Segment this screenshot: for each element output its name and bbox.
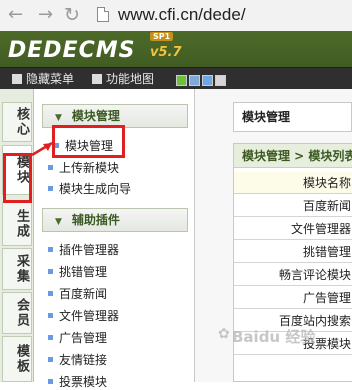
menu-item-label: 插件管理器 (59, 243, 120, 257)
forward-arrow-icon[interactable]: → (38, 4, 53, 26)
menu-item-label: 投票模块 (59, 375, 108, 389)
page-title: 模块管理 (233, 102, 352, 132)
bullet-icon (48, 313, 53, 318)
menu-item-ad-manage[interactable]: 广告管理 (48, 330, 107, 346)
tab-core[interactable]: 核心 (2, 102, 32, 142)
menu-item-baidu-news[interactable]: 百度新闻 (48, 286, 107, 302)
table-header-cell: 模块名称 (234, 172, 352, 194)
hide-menu-label: 隐藏菜单 (26, 72, 75, 86)
header-toolbar: 隐藏菜单 功能地图 (0, 67, 352, 90)
menu-item-label: 广告管理 (59, 331, 108, 345)
menu-item-friend-links[interactable]: 友情链接 (48, 352, 107, 368)
collapse-arrow-icon: ▼ (55, 217, 62, 227)
pointer-arrow-icon (31, 141, 53, 157)
bullet-icon (48, 165, 53, 170)
left-tab-bar: 核心 模块 生成 采集 会员 模板 (0, 89, 34, 382)
app-header: DEDECMS SP1 v5.7 隐藏菜单 功能地图 (0, 31, 352, 90)
menu-item-label: 挑错管理 (59, 265, 108, 279)
watermark-paw-icon: ✿ (218, 326, 230, 342)
module-manage-highlight (52, 125, 125, 158)
menu-item-label: 友情链接 (59, 353, 108, 367)
breadcrumb: 模块管理 > 模块列表 (234, 144, 352, 168)
tab-generate[interactable]: 生成 (2, 202, 32, 246)
theme-swatch-gray[interactable] (215, 75, 226, 86)
version-badge: SP1 (150, 32, 174, 41)
browser-address-bar: ← → ↻ www.cfi.cn/dede/ (0, 0, 352, 32)
version-label: v5.7 (150, 45, 182, 60)
theme-swatch-blue[interactable] (189, 75, 200, 86)
table-row[interactable]: 挑错管理 (234, 241, 352, 263)
watermark: Baidu 经验 (232, 328, 316, 346)
table-row[interactable]: 百度新闻 (234, 195, 352, 217)
tab-collect[interactable]: 采集 (2, 248, 32, 290)
url-field[interactable]: www.cfi.cn/dede/ (118, 4, 246, 26)
function-map-label: 功能地图 (106, 72, 155, 86)
menu-item-label: 上传新模块 (59, 161, 120, 175)
menu-item-plugin-manager[interactable]: 插件管理器 (48, 242, 119, 258)
menu-item-module-wizard[interactable]: 模块生成向导 (48, 181, 131, 197)
menu-item-vote-module[interactable]: 投票模块 (48, 374, 107, 390)
reload-icon[interactable]: ↻ (64, 4, 80, 26)
menu-item-label: 百度新闻 (59, 287, 108, 301)
theme-swatch-green[interactable] (176, 75, 187, 86)
theme-swatch-lightblue[interactable] (202, 75, 213, 86)
table-row[interactable]: 畅言评论模块 (234, 264, 352, 286)
menu-item-error-report[interactable]: 挑错管理 (48, 264, 107, 280)
menu-item-upload-module[interactable]: 上传新模块 (48, 160, 119, 176)
menu-icon (12, 74, 22, 84)
menu-group-plugins[interactable]: ▼ 辅助插件 (42, 208, 188, 232)
hide-menu-button[interactable]: 隐藏菜单 (12, 71, 74, 87)
function-map-button[interactable]: 功能地图 (92, 71, 154, 87)
tab-templates[interactable]: 模板 (2, 336, 32, 382)
bullet-icon (48, 357, 53, 362)
menu-group-title: 模块管理 (71, 109, 120, 123)
menu-item-file-manager[interactable]: 文件管理器 (48, 308, 119, 324)
tab-members[interactable]: 会员 (2, 292, 32, 334)
tab-modules-highlight (3, 153, 32, 203)
menu-item-label: 模块生成向导 (59, 182, 132, 196)
bullet-icon (48, 247, 53, 252)
bullet-icon (48, 269, 53, 274)
bullet-icon (48, 335, 53, 340)
logo: DEDECMS (8, 38, 136, 63)
menu-item-label: 文件管理器 (59, 309, 120, 323)
menu-group-title: 辅助插件 (71, 213, 120, 227)
table-row[interactable]: 文件管理器 (234, 218, 352, 240)
page-icon (97, 7, 109, 22)
bullet-icon (48, 186, 53, 191)
back-arrow-icon[interactable]: ← (8, 4, 23, 26)
table-row[interactable]: 广告管理 (234, 287, 352, 309)
map-icon (92, 74, 102, 84)
bullet-icon (48, 291, 53, 296)
